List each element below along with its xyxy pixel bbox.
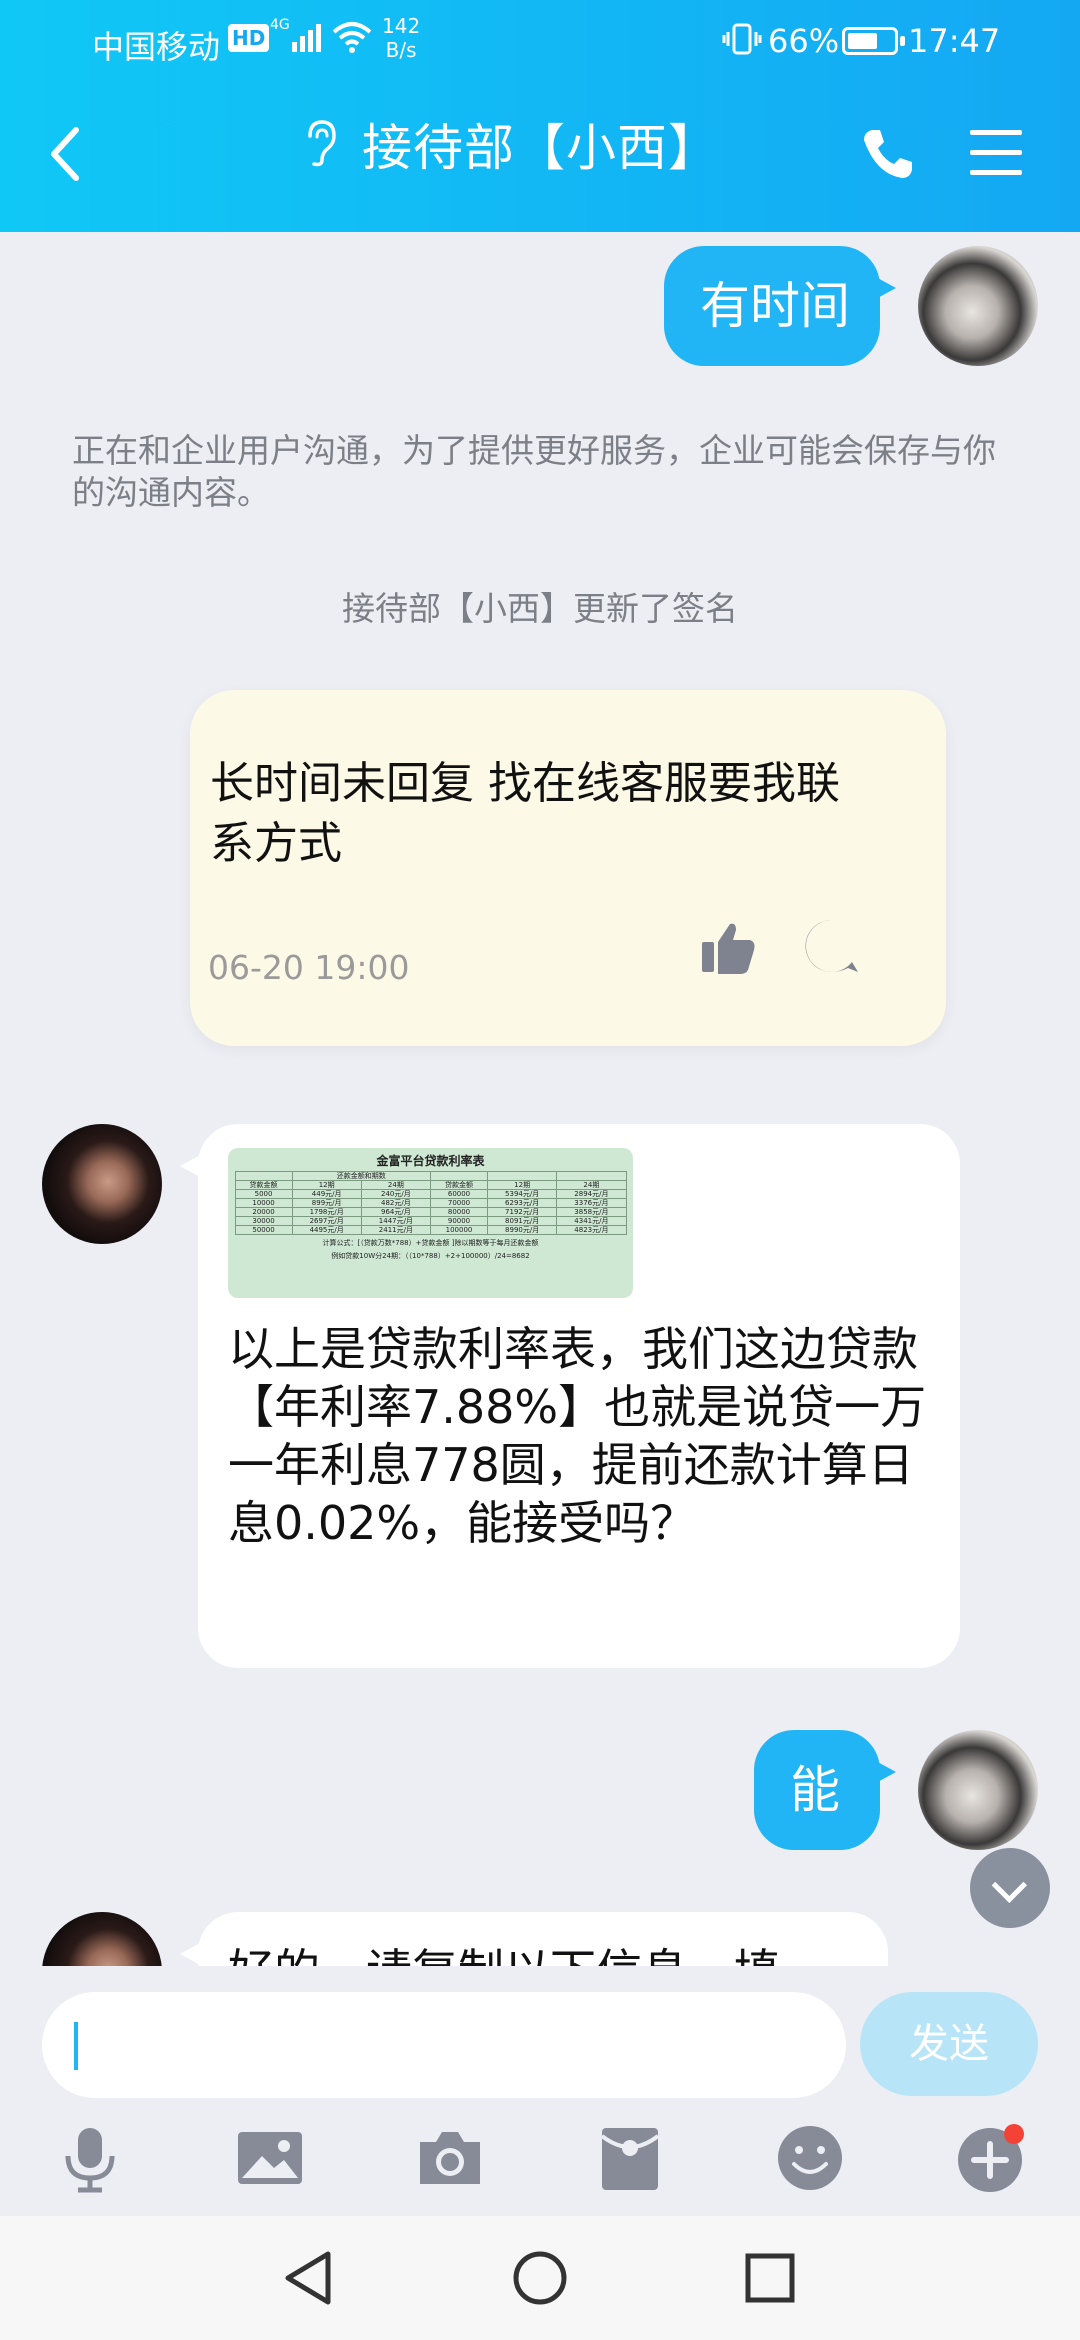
signature-card[interactable]: 长时间未回复 找在线客服要我联系方式 06-20 19:00 — [190, 690, 946, 1046]
clock: 17:47 — [908, 22, 1001, 60]
rate-table-row: 5000 449元/月 240元/月 60000 5394元/月 2894元/月 — [234, 1189, 627, 1199]
rate-table-group-header: 还款金额和期数 — [291, 1171, 431, 1181]
nav-home-icon[interactable] — [508, 2246, 572, 2310]
rate-table-row: 30000 2697元/月 1447元/月 90000 8091元/月 4341元/月 — [234, 1216, 627, 1226]
rate-table-row: 10000 899元/月 482元/月 70000 6293元/月 3376元/月 — [234, 1198, 627, 1208]
emoji-icon[interactable] — [774, 2122, 846, 2194]
signature-time: 06-20 19:00 — [208, 948, 410, 987]
net-speed: 142 B/s — [382, 14, 420, 62]
outgoing-message-bubble[interactable]: 有时间 — [664, 246, 896, 366]
input-bar: 发送 — [0, 1966, 1080, 2216]
agent-avatar[interactable] — [42, 1912, 162, 1966]
menu-icon[interactable] — [970, 130, 1022, 176]
rate-table-row: 20000 1798元/月 964元/月 80000 7192元/月 3858元/月 — [234, 1207, 627, 1217]
nav-recents-icon[interactable] — [738, 2246, 802, 2310]
incoming-message-text: 好的，请复制以下信息，填 — [228, 1942, 868, 1966]
rate-table-header-row: 贷款金额 12期 24期 贷款金额 12期 24期 — [234, 1180, 627, 1190]
rate-table-formula: 计算公式：[（贷款万数*788）+贷款金额 ]除以期数等于每月还款金额 — [322, 1239, 539, 1247]
ear-icon[interactable] — [300, 118, 340, 168]
rate-table-grid: 还款金额和期数 贷款金额 12期 24期 贷款金额 12期 24期 5000 44… — [234, 1171, 627, 1235]
comment-icon[interactable] — [802, 916, 862, 976]
thumbs-up-icon[interactable] — [700, 920, 756, 976]
text-cursor — [74, 2022, 78, 2070]
outgoing-message-bubble[interactable]: 能 — [754, 1730, 896, 1850]
rate-table-example: 例如贷款10W分24期：（（10*788）+2+100000）/24=8682 — [331, 1252, 530, 1260]
signature-text: 长时间未回复 找在线客服要我联系方式 — [210, 758, 840, 869]
carrier-name: 中国移动 — [92, 28, 221, 66]
red-packet-icon[interactable] — [594, 2122, 666, 2194]
back-arrow-icon[interactable] — [46, 124, 86, 184]
message-input[interactable] — [72, 2010, 812, 2080]
my-avatar[interactable] — [918, 1730, 1038, 1850]
signal-icon — [292, 24, 321, 52]
incoming-message-bubble[interactable]: 金富平台贷款利率表 还款金额和期数 贷款金额 12期 24期 贷款金额 12期 … — [180, 1124, 960, 1668]
status-bar: 中国移动 HD 4G 142 B/s 66% 17:47 — [0, 0, 1080, 80]
system-nav-bar — [0, 2216, 1080, 2340]
agent-avatar[interactable] — [42, 1124, 162, 1244]
plus-more-icon[interactable] — [954, 2122, 1026, 2194]
message-input-wrapper[interactable] — [42, 1992, 846, 2098]
rate-table-row: 50000 4495元/月 2411元/月 100000 8990元/月 4823元/月 — [234, 1225, 627, 1235]
image-icon[interactable] — [234, 2122, 306, 2194]
chat-title: 接待部【小西】 — [362, 119, 719, 177]
camera-icon[interactable] — [414, 2122, 486, 2194]
rate-table-image[interactable]: 金富平台贷款利率表 还款金额和期数 贷款金额 12期 24期 贷款金额 12期 … — [228, 1148, 633, 1298]
incoming-message-text: 以上是贷款利率表，我们这边贷款【年利率7.88%】也就是说贷一万 一年利息778… — [228, 1322, 927, 1550]
send-button[interactable]: 发送 — [860, 1992, 1038, 2096]
signature-update-notice: 接待部【小西】更新了签名 — [342, 589, 738, 628]
net-speed-value: 142 — [382, 14, 421, 38]
phone-call-icon[interactable] — [860, 126, 914, 182]
net-speed-unit: B/s — [385, 38, 417, 62]
outgoing-message-text: 能 — [790, 1761, 840, 1819]
my-avatar[interactable] — [918, 246, 1038, 366]
top-bar: 中国移动 HD 4G 142 B/s 66% 17:47 接待部【小西】 — [0, 0, 1080, 232]
partial-message-clip: 好的，请复制以下信息，填 — [0, 1900, 1080, 1966]
network-type: 4G — [270, 17, 290, 33]
vibrate-icon — [722, 23, 762, 55]
rate-table-title: 金富平台贷款利率表 — [376, 1154, 485, 1168]
outgoing-message-text: 有时间 — [700, 277, 850, 335]
nav-back-icon[interactable] — [278, 2246, 342, 2310]
battery-percent: 66% — [768, 22, 840, 60]
microphone-icon[interactable] — [54, 2122, 126, 2194]
battery-icon — [842, 27, 905, 55]
incoming-message-bubble[interactable]: 好的，请复制以下信息，填 — [180, 1912, 888, 1966]
privacy-notice: 正在和企业用户沟通，为了提供更好服务，企业可能会保存与你的沟通内容。 — [72, 431, 996, 512]
hd-badge: HD — [228, 24, 270, 52]
wifi-icon — [332, 22, 372, 53]
